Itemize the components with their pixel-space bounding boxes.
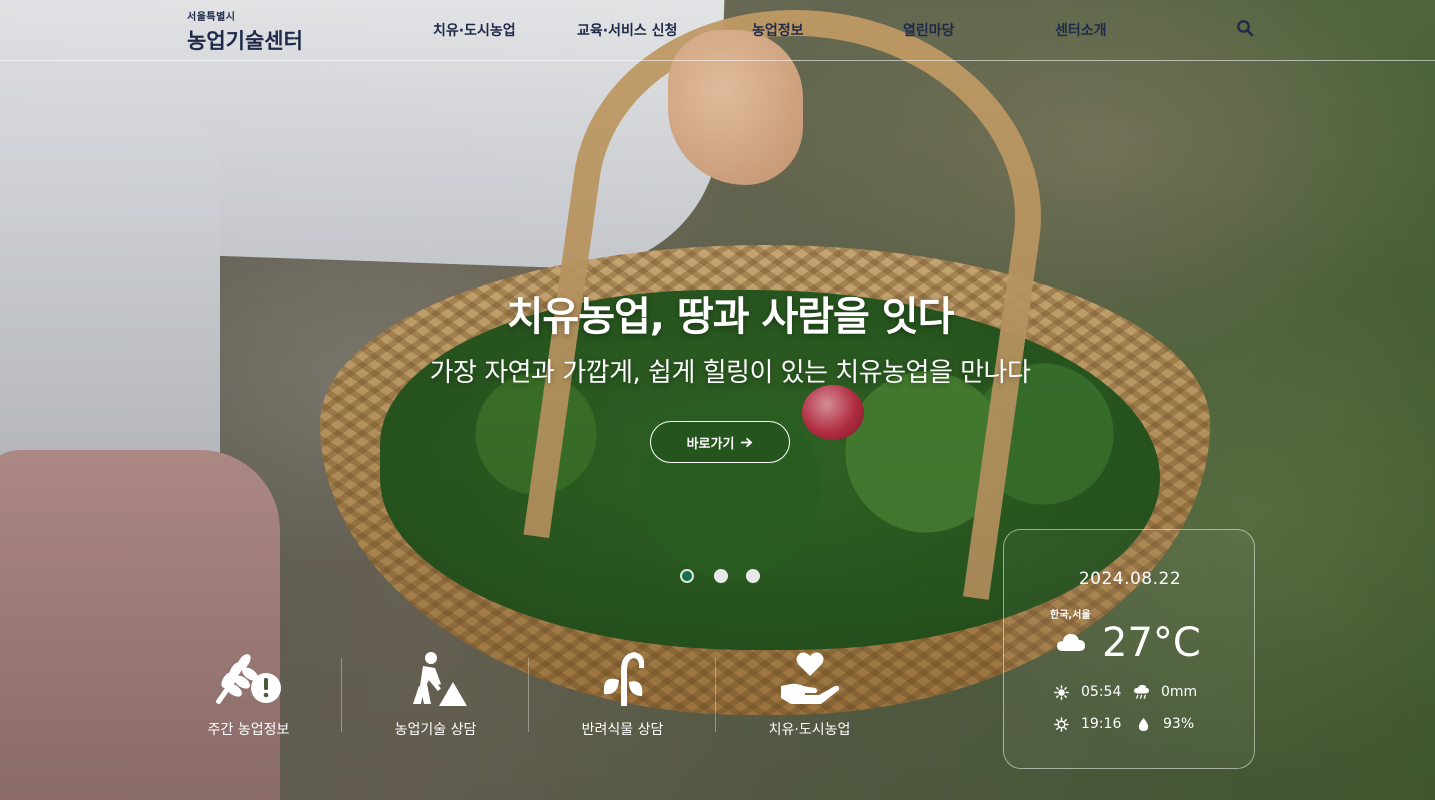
- quick-menu-label: 주간 농업정보: [207, 722, 290, 738]
- hero-subtitle: 가장 자연과 가깝게, 쉽게 힐링이 있는 치유농업을 만나다: [429, 358, 1031, 388]
- slide-dot-2[interactable]: [714, 569, 728, 583]
- weather-date: 2024.08.22: [1078, 569, 1182, 589]
- sunset-icon: [1054, 716, 1069, 732]
- weather-temperature: 27°C: [1102, 620, 1201, 666]
- main-navigation: 치유·도시농업 교육·서비스 신청 농업정보 열린마당 센터소개: [0, 20, 1435, 40]
- humidity-value: 93%: [1163, 716, 1195, 732]
- slide-dot-1[interactable]: [680, 569, 694, 583]
- nav-item-center-intro[interactable]: 센터소개: [1055, 20, 1107, 40]
- slide-dot-3[interactable]: [746, 569, 760, 583]
- nav-item-healing-urban-farming[interactable]: 치유·도시농업: [433, 20, 516, 40]
- hero-copy: 치유농업, 땅과 사람을 잇다 가장 자연과 가깝게, 쉽게 힐링이 있는 치유…: [0, 284, 1435, 389]
- go-button-label: 바로가기: [686, 436, 735, 452]
- quick-menu-label: 반려식물 상담: [581, 722, 664, 738]
- nav-item-farming-info[interactable]: 농업정보: [752, 20, 804, 40]
- sunrise-icon: [1054, 684, 1069, 700]
- nav-item-education-service[interactable]: 교육·서비스 신청: [577, 20, 677, 40]
- weather-sunrise: 05:54: [1054, 684, 1121, 700]
- wheat-warning-icon: [215, 654, 281, 705]
- heart-hand-icon: [780, 652, 839, 704]
- quick-menu-healing-urban-farming[interactable]: 치유·도시농업: [716, 650, 903, 745]
- weather-widget: 2024.08.22 한국,서울 27°C 05:54 0mm 19:16 93…: [1003, 529, 1255, 769]
- nav-item-open-forum[interactable]: 열린마당: [903, 20, 955, 40]
- rain-cloud-icon: [1134, 684, 1149, 699]
- quick-menu-label: 치유·도시농업: [768, 722, 851, 738]
- sunrise-time: 05:54: [1081, 684, 1122, 700]
- weather-location: 한국,서울: [1050, 610, 1091, 621]
- farmer-digging-icon: [412, 652, 467, 706]
- weather-sunset: 19:16: [1054, 716, 1121, 732]
- quick-menu-weekly-farming-info[interactable]: 주간 농업정보: [155, 650, 342, 745]
- quick-menu: 주간 농업정보 농업기술 상담 반려식물 상담 치유·도시농업: [155, 650, 995, 750]
- arrow-right-icon: [741, 437, 753, 447]
- weather-rainfall: 0mm: [1134, 684, 1197, 700]
- sunset-time: 19:16: [1081, 716, 1122, 732]
- site-header: 서울특별시 농업기술센터 치유·도시농업 교육·서비스 신청 농업정보 열린마당…: [0, 0, 1435, 61]
- water-drop-icon: [1138, 717, 1149, 731]
- search-icon[interactable]: [1236, 19, 1254, 37]
- rainfall-value: 0mm: [1161, 684, 1198, 700]
- sprout-icon: [603, 652, 644, 706]
- quick-menu-label: 농업기술 상담: [394, 722, 477, 738]
- hero-title: 치유농업, 땅과 사람을 잇다: [506, 294, 955, 340]
- quick-menu-farming-consultation[interactable]: 농업기술 상담: [342, 650, 529, 745]
- weather-humidity: 93%: [1136, 716, 1194, 732]
- cloud-icon: [1057, 634, 1085, 651]
- quick-menu-companion-plant-consultation[interactable]: 반려식물 상담: [529, 650, 716, 745]
- go-button[interactable]: 바로가기: [650, 421, 790, 463]
